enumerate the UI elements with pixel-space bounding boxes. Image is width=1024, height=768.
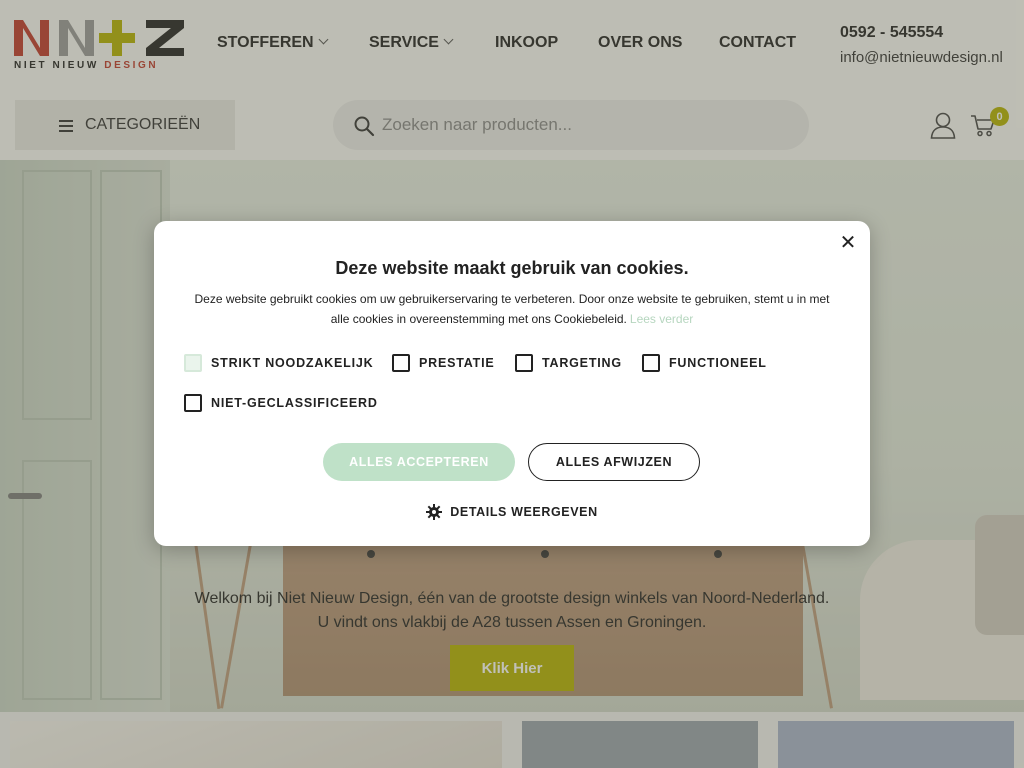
cookie-option-targeting[interactable]: TARGETING bbox=[515, 353, 622, 373]
cookie-consent-modal: ✕ Deze website maakt gebruik van cookies… bbox=[154, 221, 870, 546]
cookie-option-functional[interactable]: FUNCTIONEEL bbox=[642, 353, 767, 373]
checkbox[interactable] bbox=[515, 354, 533, 372]
cookie-modal-title: Deze website maakt gebruik van cookies. bbox=[335, 258, 689, 278]
gear-icon bbox=[426, 504, 443, 520]
cookie-option-strictly-necessary: STRIKT NOODZAKELIJK bbox=[184, 353, 373, 373]
reject-all-button[interactable]: ALLES AFWIJZEN bbox=[528, 443, 700, 481]
cookie-option-unclassified[interactable]: NIET-GECLASSIFICEERD bbox=[184, 393, 378, 413]
read-more-link[interactable]: Lees verder bbox=[630, 312, 693, 326]
cookie-modal-body: Deze website gebruikt cookies om uw gebr… bbox=[194, 292, 830, 326]
cookie-option-performance[interactable]: PRESTATIE bbox=[392, 353, 495, 373]
checkbox bbox=[184, 354, 202, 372]
show-details-button[interactable]: DETAILS WEERGEVEN bbox=[154, 504, 870, 520]
accept-all-button[interactable]: ALLES ACCEPTEREN bbox=[323, 443, 515, 481]
checkbox[interactable] bbox=[184, 394, 202, 412]
checkbox[interactable] bbox=[392, 354, 410, 372]
close-icon[interactable]: ✕ bbox=[838, 233, 858, 253]
checkbox[interactable] bbox=[642, 354, 660, 372]
